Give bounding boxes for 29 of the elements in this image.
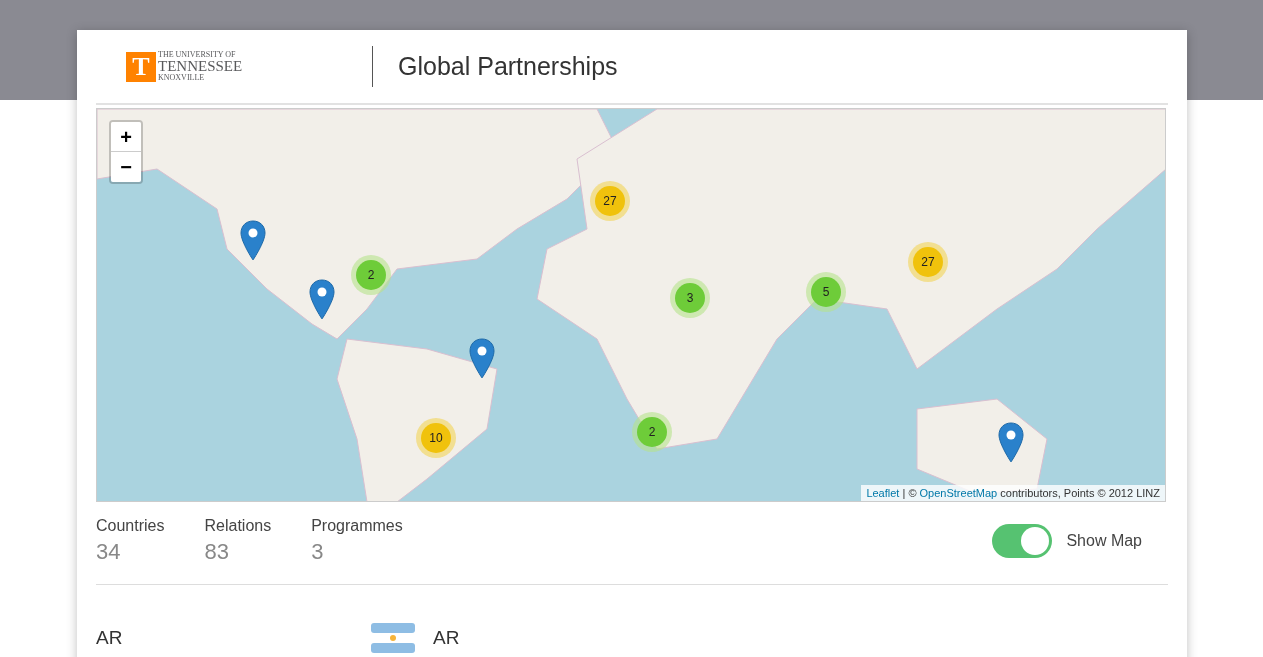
zoom-out-button[interactable]: − <box>111 152 141 182</box>
cluster-marker[interactable]: 2 <box>351 255 391 295</box>
show-map-label: Show Map <box>1066 531 1142 551</box>
map-pin-icon[interactable] <box>240 220 266 261</box>
stat-label: Countries <box>96 516 165 536</box>
show-map-toggle[interactable] <box>992 524 1053 558</box>
cluster-marker[interactable]: 5 <box>806 272 846 312</box>
country-code: AR <box>96 625 124 650</box>
cluster-marker[interactable]: 27 <box>908 242 948 282</box>
stat-label: Relations <box>204 516 272 536</box>
world-map[interactable]: + − 27 2 3 5 27 10 2 Leaflet | © OpenStreetMap contributors, Points © 2012 LINZ <box>96 108 1166 502</box>
stat-value: 34 <box>96 538 122 566</box>
map-attribution: Leaflet | © OpenStreetMap contributors, Points © 2012 LINZ <box>861 484 1165 501</box>
cluster-marker[interactable]: 2 <box>632 412 672 452</box>
map-pin-icon[interactable] <box>998 422 1024 463</box>
stat-value: 3 <box>311 538 325 566</box>
stat-value: 83 <box>204 538 230 566</box>
cluster-marker[interactable]: 27 <box>590 181 630 221</box>
cluster-marker[interactable]: 3 <box>670 278 710 318</box>
openstreetmap-link[interactable]: OpenStreetMap <box>919 486 998 499</box>
country-name: AR <box>433 625 460 650</box>
map-pin-icon[interactable] <box>469 338 495 379</box>
leaflet-link[interactable]: Leaflet <box>866 486 900 499</box>
stat-label: Programmes <box>311 516 403 536</box>
map-pin-icon[interactable] <box>309 279 335 320</box>
cluster-marker[interactable]: 10 <box>416 418 456 458</box>
flag-icon <box>371 623 415 653</box>
page-title: Global Partnerships <box>398 50 618 82</box>
zoom-in-button[interactable]: + <box>111 122 141 152</box>
